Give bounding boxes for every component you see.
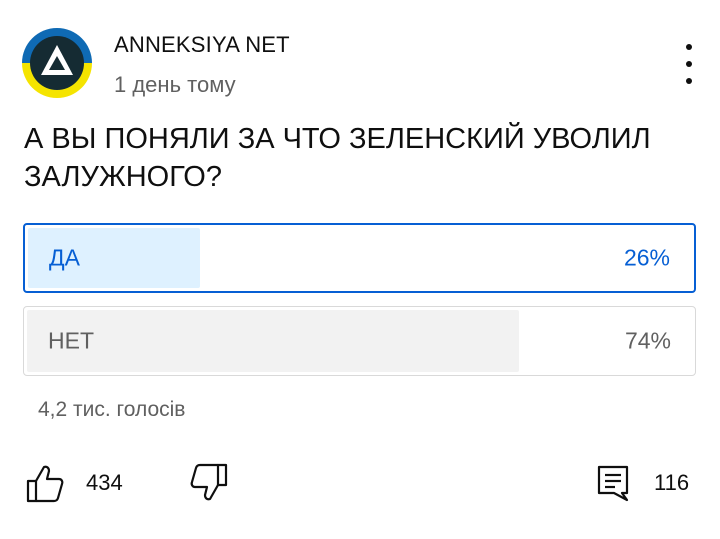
- like-count: 434: [86, 470, 123, 495]
- comment-count: 116: [654, 470, 690, 495]
- post-timestamp: 1 день тому: [114, 72, 236, 97]
- thumb-down-icon: [190, 463, 228, 501]
- dislike-button[interactable]: [190, 460, 228, 506]
- poll-option-percent: 26%: [623, 244, 670, 271]
- channel-name[interactable]: ANNEKSIYA NET: [114, 32, 290, 58]
- more-vert-icon[interactable]: [672, 44, 706, 84]
- like-button[interactable]: 434: [26, 460, 123, 506]
- poll-result-bar: [27, 310, 519, 372]
- triangle-logo-icon: [22, 28, 92, 98]
- poll-option-percent: 74%: [624, 327, 671, 354]
- comment-button[interactable]: 116: [596, 460, 689, 506]
- thumb-up-icon: [26, 465, 64, 503]
- poll-option-yes[interactable]: ДА 26%: [23, 223, 696, 293]
- vote-count: 4,2 тис. голосів: [38, 398, 186, 421]
- poll-option-no[interactable]: НЕТ 74%: [23, 306, 696, 376]
- poll-option-label: НЕТ: [48, 327, 94, 354]
- poll-option-label: ДА: [49, 244, 80, 271]
- avatar[interactable]: [22, 28, 92, 98]
- comment-icon: [597, 465, 629, 502]
- post-text: А ВЫ ПОНЯЛИ ЗА ЧТО ЗЕЛЕНСКИЙ УВОЛИЛ ЗАЛУ…: [24, 123, 651, 193]
